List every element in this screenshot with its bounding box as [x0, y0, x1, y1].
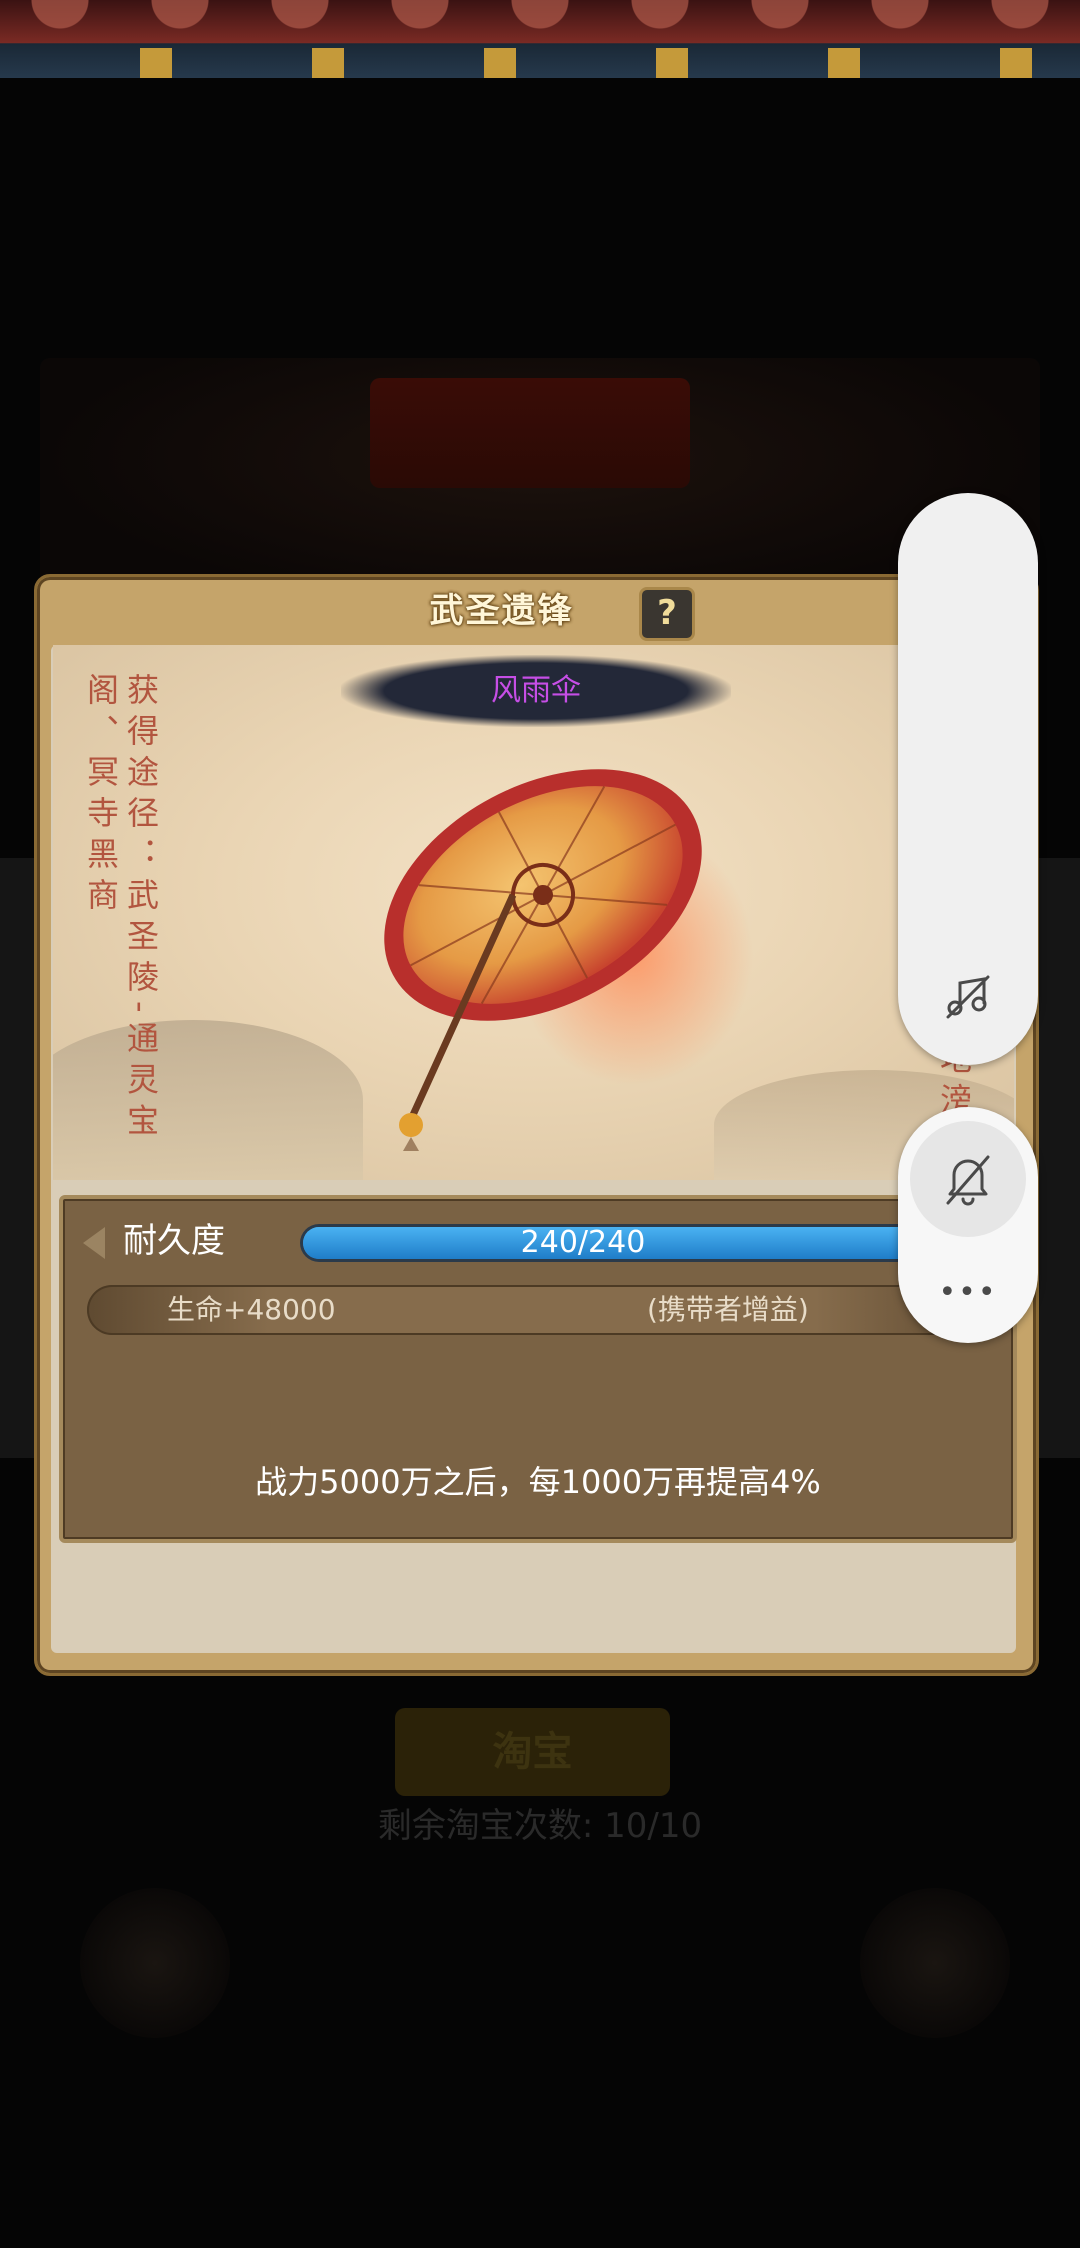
bell-button[interactable]: [910, 1121, 1026, 1237]
decor-beads: [0, 0, 1080, 40]
music-off-icon[interactable]: [942, 971, 994, 1023]
durability-arrow-icon: [83, 1227, 105, 1259]
umbrella-icon: [384, 769, 753, 1151]
bg-remaining-count: 剩余淘宝次数: 10/10: [377, 1806, 703, 1846]
stat-note: (携带者增益): [647, 1293, 809, 1326]
bg-seal-right: [860, 1888, 1010, 2038]
bg-seal-left: [80, 1888, 230, 2038]
dialog-title: 武圣遗锋: [37, 581, 1036, 641]
bell-off-icon: [946, 1155, 990, 1206]
durability-label: 耐久度: [123, 1221, 225, 1261]
durability-row: 耐久度 240/240: [63, 1207, 1013, 1275]
help-button[interactable]: ?: [639, 587, 695, 641]
more-icon[interactable]: •••: [898, 1275, 1038, 1310]
bg-treasure-button: 淘宝: [395, 1708, 670, 1796]
floating-panel-top: [898, 493, 1038, 1065]
dialog-title-text: 武圣遗锋: [429, 591, 574, 631]
floating-panel-bottom: •••: [898, 1107, 1038, 1343]
dialog-body: 获得途径：武圣陵-通灵宝阁、冥寺黑商 伞抵风挡雨，漫步天地滂沱。—通用— 风雨伞: [51, 645, 1017, 1653]
power-bonus-note: 战力5000万之后，每1000万再提高4%: [255, 1463, 821, 1501]
stat-row: 生命+48000 (携带者增益): [87, 1285, 997, 1335]
top-decor-strip: [0, 0, 1080, 78]
obtain-method-text: 获得途径：武圣陵-通灵宝阁、冥寺黑商: [82, 673, 160, 1145]
item-artwork-scroll: 获得途径：武圣陵-通灵宝阁、冥寺黑商 伞抵风挡雨，漫步天地滂沱。—通用— 风雨伞: [53, 645, 1014, 1180]
attribute-panel: 耐久度 240/240 生命+48000 (携带者增益) 战力5000万之后，每…: [59, 1195, 1017, 1543]
bg-banner-title: [370, 378, 690, 488]
stat-name: 生命+48000: [167, 1293, 336, 1326]
item-name-banner: 风雨伞: [341, 655, 731, 727]
durability-value: 240/240: [520, 1225, 646, 1260]
item-detail-dialog: 武圣遗锋 ? 获得途径：武圣陵-通灵宝阁、冥寺黑商 伞抵风挡雨，漫步天地滂沱。—…: [34, 574, 1039, 1676]
decor-pillars: [0, 48, 1080, 78]
item-name: 风雨伞: [491, 673, 581, 708]
